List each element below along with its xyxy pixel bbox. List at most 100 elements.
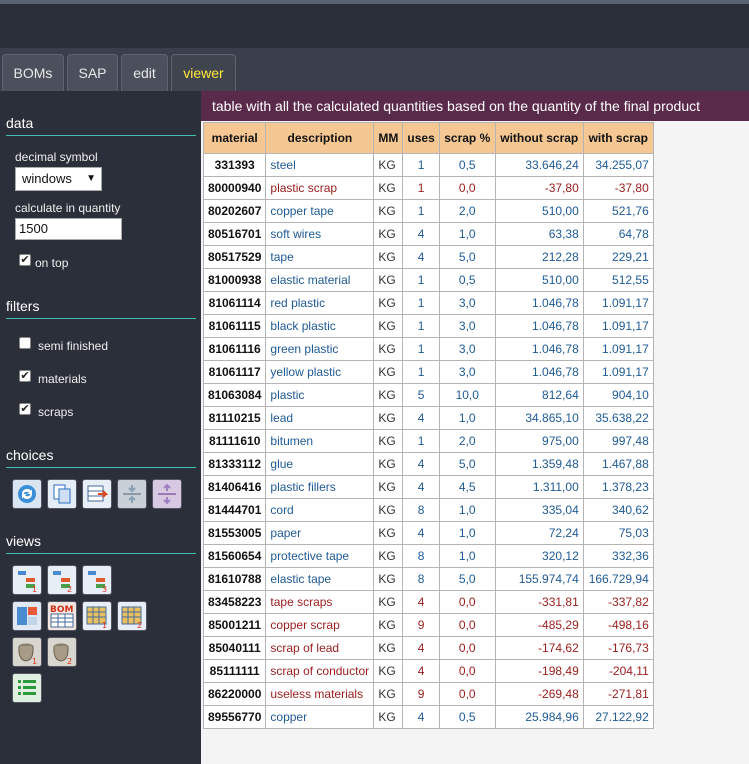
scrap-percent-cell: 1,0 — [438, 521, 496, 545]
material-cell: 83458223 — [202, 590, 267, 614]
without-scrap-cell: -37,80 — [494, 176, 584, 200]
uses-cell: 1 — [402, 176, 440, 200]
uses-cell: 1 — [402, 314, 440, 338]
table-row[interactable]: 85111111 scrap of conductor KG 4 0,0 -198,49-… — [202, 659, 654, 683]
copy-pages-icon[interactable] — [47, 479, 77, 509]
uses-cell: 1 — [402, 337, 440, 361]
column-header-without-scrap[interactable]: without scrap — [494, 122, 584, 154]
table-row[interactable]: 85040111 scrap of lead KG 4 0,0 -174,62 -176,7… — [202, 636, 654, 660]
split-view-icon[interactable] — [12, 601, 42, 631]
without-scrap-cell: 1.046,78 — [494, 360, 584, 384]
material-cell: 331393 — [202, 153, 267, 177]
collapse-icon[interactable] — [117, 479, 147, 509]
uses-cell: 4 — [402, 222, 440, 246]
tab-sap[interactable]: SAP — [67, 54, 118, 91]
tab-boms[interactable]: BOMs — [2, 54, 64, 91]
column-header-scrap-percent[interactable]: scrap % — [438, 122, 496, 154]
table-row[interactable]: 81111610 bitumen KG 1 2,0 975,00 997,48 — [202, 429, 654, 453]
table-header-row: material description MM uses scrap % wit… — [202, 122, 654, 154]
unit-cell: KG — [373, 360, 404, 384]
decimal-symbol-select[interactable]: windows ▼ — [15, 167, 102, 191]
tree-view-1-icon[interactable]: 1 — [12, 565, 42, 595]
table-row[interactable]: 81000938 elastic material KG 1 0,5 510,00 512,… — [202, 268, 654, 292]
table-row[interactable]: 81061117 yellow plastic KG 1 3,0 1.046,78 1.09… — [202, 360, 654, 384]
expand-icon[interactable] — [152, 479, 182, 509]
tab-edit[interactable]: edit — [121, 54, 168, 91]
material-cell: 80516701 — [202, 222, 267, 246]
table-row[interactable]: 81061114 red plastic KG 1 3,0 1.046,78 1.091,1… — [202, 291, 654, 315]
table-row[interactable]: 81406416 plastic fillers KG 4 4,5 1.311,00 1.3… — [202, 475, 654, 499]
table-row[interactable]: 81560654 protective tape KG 8 1,0 320,12 332,3… — [202, 544, 654, 568]
semi-finished-label: semi finished — [38, 339, 109, 353]
materials-checkbox[interactable]: ✔ — [19, 370, 31, 382]
table-row[interactable]: 80516701 soft wires KG 4 1,0 63,38 64,78 — [202, 222, 654, 246]
bom-table-icon[interactable]: BOM — [47, 601, 77, 631]
refresh-icon[interactable] — [12, 479, 42, 509]
table-row[interactable]: 81610788 elastic tape KG 8 5,0 155.974,74 166.… — [202, 567, 654, 591]
column-header-description[interactable]: description — [265, 122, 375, 154]
without-scrap-cell: 320,12 — [494, 544, 584, 568]
without-scrap-cell: 155.974,74 — [494, 567, 584, 591]
with-scrap-cell: -337,82 — [582, 590, 654, 614]
column-header-mm[interactable]: MM — [373, 122, 404, 154]
tab-bar: BOMs SAP edit viewer — [0, 48, 749, 91]
description-cell: soft wires — [265, 222, 375, 246]
column-header-with-scrap[interactable]: with scrap — [582, 122, 654, 154]
column-header-material[interactable]: material — [202, 122, 267, 154]
table-view-1-icon[interactable]: 1 — [82, 601, 112, 631]
column-header-uses[interactable]: uses — [402, 122, 440, 154]
semi-finished-checkbox[interactable] — [19, 337, 31, 349]
table-view-2-icon[interactable]: 2 — [117, 601, 147, 631]
uses-cell: 9 — [402, 682, 440, 706]
section-divider — [6, 553, 196, 554]
table-row[interactable]: 86220000 useless materials KG 9 0,0 -269,48 -2… — [202, 682, 654, 706]
description-cell: steel — [265, 153, 375, 177]
table-row[interactable]: 81110215 lead KG 4 1,0 34.865,10 35.638,22 — [202, 406, 654, 430]
table-row[interactable]: 83458223 tape scraps KG 4 0,0 -331,81 -337,82 — [202, 590, 654, 614]
with-scrap-cell: -37,80 — [582, 176, 654, 200]
scrap-percent-cell: 0,0 — [438, 613, 496, 637]
without-scrap-cell: 1.311,00 — [494, 475, 584, 499]
uses-cell: 8 — [402, 498, 440, 522]
bag-1-icon[interactable]: 1 — [12, 637, 42, 667]
table-row[interactable]: 80517529 tape KG 4 5,0 212,28 229,21 — [202, 245, 654, 269]
table-row[interactable]: 81444701 cord KG 8 1,0 335,04 340,62 — [202, 498, 654, 522]
export-table-icon[interactable] — [82, 479, 112, 509]
table-row[interactable]: 80000940 plastic scrap KG 1 0,0 -37,80 -37,80 — [202, 176, 654, 200]
description-cell: plastic scrap — [265, 176, 375, 200]
unit-cell: KG — [373, 498, 404, 522]
table-row[interactable]: 80202607 copper tape KG 1 2,0 510,00 521,76 — [202, 199, 654, 223]
table-row[interactable]: 85001211 copper scrap KG 9 0,0 -485,29 -498,16 — [202, 613, 654, 637]
table-row[interactable]: 81553005 paper KG 4 1,0 72,24 75,03 — [202, 521, 654, 545]
tab-viewer[interactable]: viewer — [171, 54, 236, 91]
without-scrap-cell: 212,28 — [494, 245, 584, 269]
dropdown-arrow-icon: ▼ — [86, 173, 96, 184]
unit-cell: KG — [373, 199, 404, 223]
table-row[interactable]: 81063084 plastic KG 5 10,0 812,64 904,10 — [202, 383, 654, 407]
uses-cell: 4 — [402, 521, 440, 545]
table-row[interactable]: 81061116 green plastic KG 1 3,0 1.046,78 1.091… — [202, 337, 654, 361]
calculate-quantity-input[interactable]: 1500 — [15, 218, 122, 240]
uses-cell: 1 — [402, 199, 440, 223]
table-row[interactable]: 89556770 copper KG 4 0,5 25.984,96 27.122,92 — [202, 705, 654, 729]
scraps-checkbox[interactable]: ✔ — [19, 403, 31, 415]
description-cell: useless materials — [265, 682, 375, 706]
tree-view-3-icon[interactable]: 3 — [82, 565, 112, 595]
scrap-percent-cell: 1,0 — [438, 406, 496, 430]
on-top-checkbox[interactable]: ✔ — [19, 254, 31, 266]
tree-view-2-icon[interactable]: 2 — [47, 565, 77, 595]
uses-cell: 4 — [402, 475, 440, 499]
table-row[interactable]: 331393 steel KG 1 0,5 33.646,24 34.255,07 — [202, 153, 654, 177]
list-view-icon[interactable] — [12, 673, 42, 703]
scrap-percent-cell: 10,0 — [438, 383, 496, 407]
table-row[interactable]: 81333112 glue KG 4 5,0 1.359,48 1.467,88 — [202, 452, 654, 476]
material-cell: 81610788 — [202, 567, 267, 591]
with-scrap-cell: 27.122,92 — [582, 705, 654, 729]
bag-2-icon[interactable]: 2 — [47, 637, 77, 667]
unit-cell: KG — [373, 544, 404, 568]
description-cell: cord — [265, 498, 375, 522]
unit-cell: KG — [373, 337, 404, 361]
material-cell: 85001211 — [202, 613, 267, 637]
without-scrap-cell: 63,38 — [494, 222, 584, 246]
table-row[interactable]: 81061115 black plastic KG 1 3,0 1.046,78 1.091… — [202, 314, 654, 338]
